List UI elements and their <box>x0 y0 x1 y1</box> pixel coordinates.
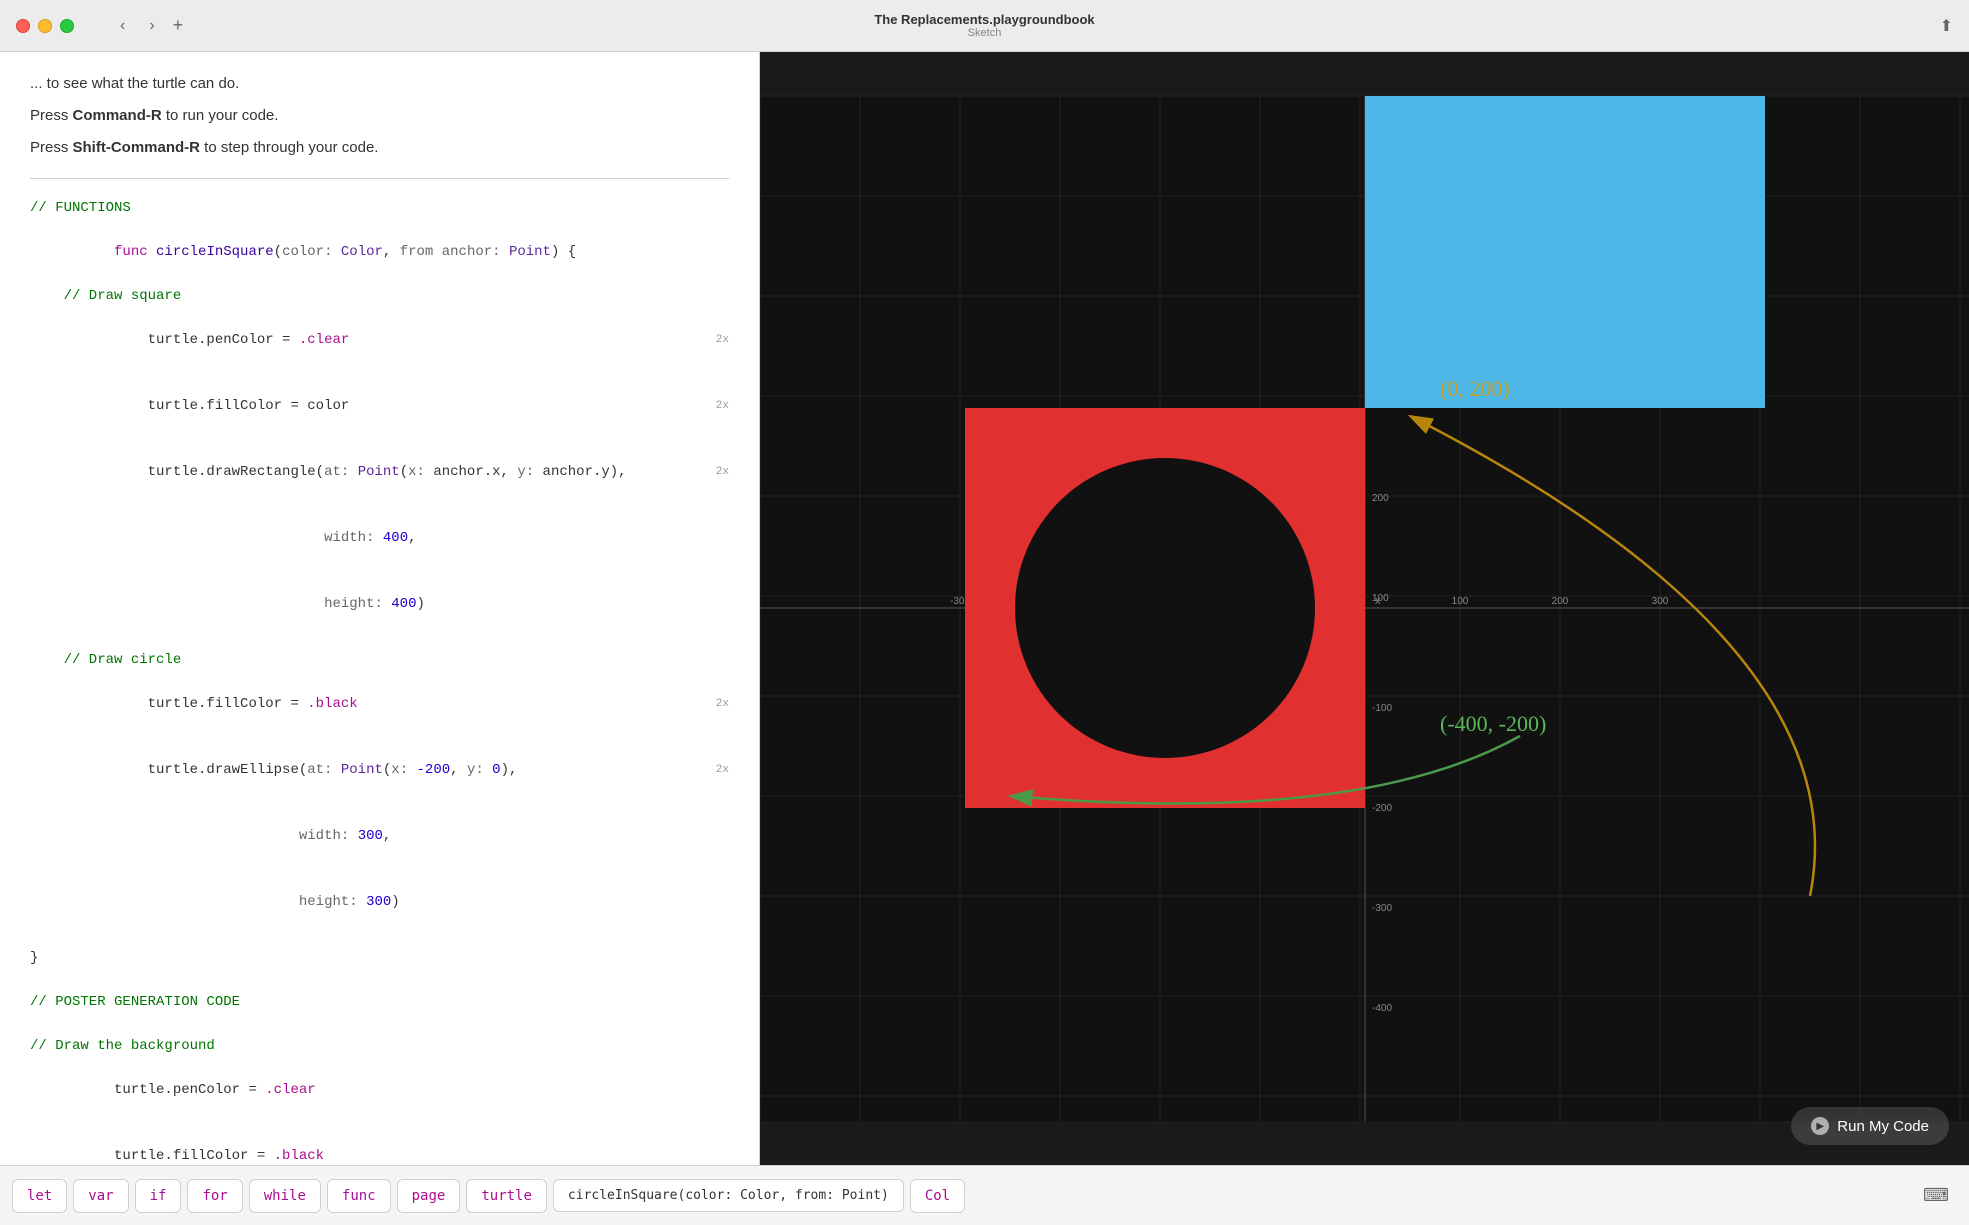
code-line-fillcolor-black: turtle.fillColor = .black 2x <box>30 671 729 737</box>
nav-back-button[interactable]: ‹ <box>114 15 131 37</box>
prose-line3: Press Shift-Command-R to step through yo… <box>30 136 729 160</box>
share-button[interactable]: ⬆ <box>1940 16 1953 36</box>
prose-line1: ... to see what the turtle can do. <box>30 72 729 96</box>
annotation-label-neg400-neg200: (-400, -200) <box>1440 711 1546 736</box>
nav-controls: ‹ › + <box>114 15 183 37</box>
canvas-panel: x -300 -200 -100 100 200 300 500 400 300… <box>760 52 1969 1165</box>
svg-text:200: 200 <box>1372 493 1389 504</box>
svg-text:-300: -300 <box>1372 903 1392 914</box>
titlebar-right: ⬆ <box>1940 16 1953 36</box>
code-line-comment-bg: // Draw the background <box>30 1035 729 1057</box>
keyword-var[interactable]: var <box>73 1179 128 1213</box>
divider <box>30 178 729 179</box>
svg-text:-400: -400 <box>1372 1003 1392 1014</box>
svg-text:200: 200 <box>1552 596 1569 607</box>
run-button-label: Run My Code <box>1837 1118 1929 1135</box>
close-button[interactable] <box>16 19 30 33</box>
code-line-fill-black2: turtle.fillColor = .black <box>30 1123 729 1165</box>
code-line-drawellipse: turtle.drawEllipse(at: Point(x: -200, y:… <box>30 737 729 803</box>
svg-text:300: 300 <box>1652 596 1669 607</box>
maximize-button[interactable] <box>60 19 74 33</box>
keyword-circleInSquare[interactable]: circleInSquare(color: Color, from: Point… <box>553 1179 904 1212</box>
code-line-fillcolor-color: turtle.fillColor = color 2x <box>30 373 729 439</box>
keyword-func[interactable]: func <box>327 1179 391 1213</box>
code-line-pencolor-clear: turtle.penColor = .clear 2x <box>30 307 729 373</box>
code-line-func-decl: func circleInSquare(color: Color, from a… <box>30 219 729 285</box>
code-line-comment-poster: // POSTER GENERATION CODE <box>30 991 729 1013</box>
nav-forward-button[interactable]: › <box>143 15 160 37</box>
window-controls <box>16 19 74 33</box>
code-line-comment-circle: // Draw circle <box>30 649 729 671</box>
code-line-close-brace: } <box>30 947 729 969</box>
main-content: ... to see what the turtle can do. Press… <box>0 52 1969 1165</box>
prose-line2: Press Command-R to run your code. <box>30 104 729 128</box>
badge-2x-4: 2x <box>716 693 729 715</box>
code-line-comment-functions: // FUNCTIONS <box>30 197 729 219</box>
svg-text:-100: -100 <box>1372 703 1392 714</box>
titlebar: ‹ › + The Replacements.playgroundbook Sk… <box>0 0 1969 52</box>
keyword-while[interactable]: while <box>249 1179 321 1213</box>
canvas-svg: x -300 -200 -100 100 200 300 500 400 300… <box>760 52 1969 1165</box>
svg-text:-200: -200 <box>1372 803 1392 814</box>
add-button[interactable]: + <box>173 15 184 36</box>
titlebar-center: The Replacements.playgroundbook Sketch <box>874 12 1094 39</box>
badge-2x-5: 2x <box>716 759 729 781</box>
svg-text:100: 100 <box>1452 596 1469 607</box>
keyword-col[interactable]: Col <box>910 1179 965 1213</box>
minimize-button[interactable] <box>38 19 52 33</box>
badge-2x-1: 2x <box>716 329 729 351</box>
keyboard-toggle-button[interactable]: ⌨ <box>1915 1181 1957 1210</box>
code-line-drawrect1: turtle.drawRectangle(at: Point(x: anchor… <box>30 439 729 505</box>
keyword-for[interactable]: for <box>187 1179 242 1213</box>
run-my-code-button[interactable]: ▶ Run My Code <box>1791 1107 1949 1145</box>
badge-2x-3: 2x <box>716 461 729 483</box>
keyword-turtle[interactable]: turtle <box>466 1179 547 1213</box>
code-line-width1: width: 400, <box>30 505 729 571</box>
run-icon: ▶ <box>1811 1117 1829 1135</box>
canvas-area: x -300 -200 -100 100 200 300 500 400 300… <box>760 52 1969 1165</box>
keyword-let[interactable]: let <box>12 1179 67 1213</box>
keyword-if[interactable]: if <box>135 1179 182 1213</box>
code-panel: ... to see what the turtle can do. Press… <box>0 52 760 1165</box>
code-line-height1: height: 400) <box>30 571 729 637</box>
code-line-ellipse-height: height: 300) <box>30 869 729 935</box>
window-title: The Replacements.playgroundbook <box>874 12 1094 27</box>
window-subtitle: Sketch <box>968 27 1002 39</box>
code-line-comment-square: // Draw square <box>30 285 729 307</box>
annotation-label-0-200: (0, 200) <box>1440 376 1510 401</box>
code-editor[interactable]: // FUNCTIONS func circleInSquare(color: … <box>30 197 729 1165</box>
black-circle-1 <box>1015 458 1315 758</box>
badge-2x-2: 2x <box>716 395 729 417</box>
svg-text:100: 100 <box>1372 593 1389 604</box>
blue-square <box>1365 96 1765 408</box>
bottom-bar: let var if for while func page turtle ci… <box>0 1165 1969 1225</box>
code-line-ellipse-width: width: 300, <box>30 803 729 869</box>
keyword-page[interactable]: page <box>397 1179 461 1213</box>
code-line-pen-clear2: turtle.penColor = .clear ⊞ ⊞ ⊞ <box>30 1057 729 1123</box>
